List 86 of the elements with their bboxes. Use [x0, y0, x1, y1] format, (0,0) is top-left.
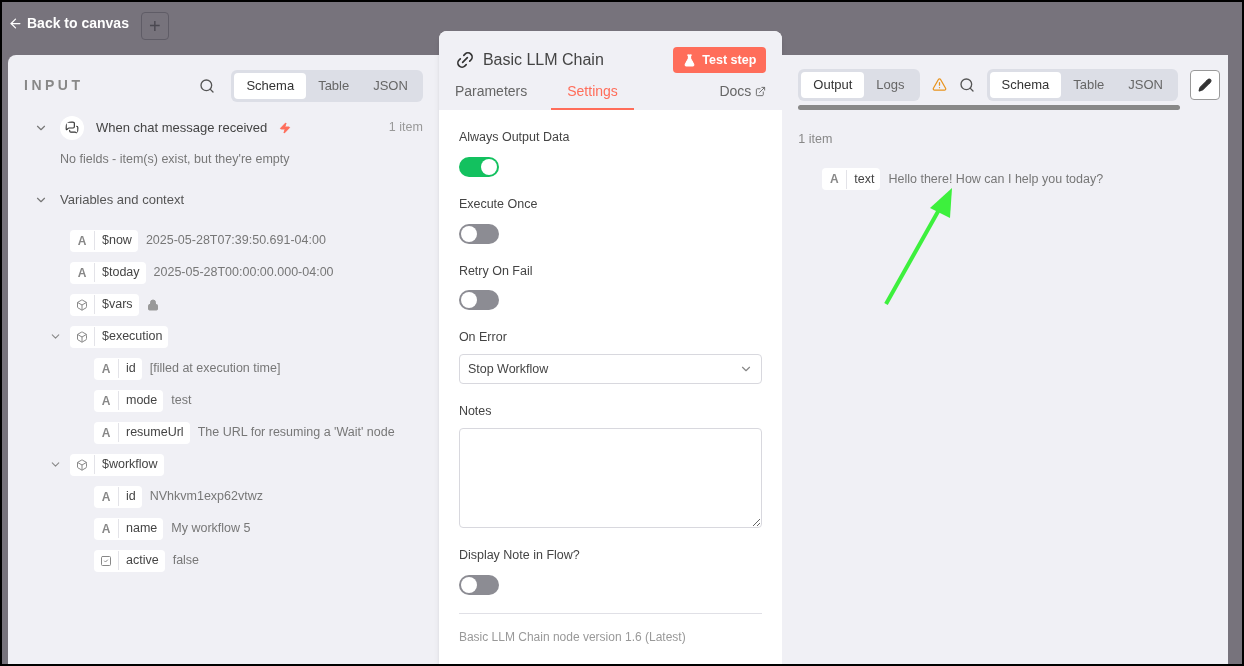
- field-pill[interactable]: $workflow: [70, 453, 164, 476]
- version-note: Basic LLM Chain node version 1.6 (Latest): [458, 629, 686, 644]
- item-count: 1 item: [798, 130, 834, 148]
- panel-tab[interactable]: Parameters: [454, 81, 544, 110]
- field-pill[interactable]: $execution: [70, 325, 169, 348]
- output-tab[interactable]: Logs: [864, 72, 917, 98]
- setting-label: Execute Once: [458, 195, 538, 213]
- field-pill[interactable]: A name: [94, 517, 164, 540]
- field-value: 2025-05-28T00:00:00.000-04:00: [153, 264, 334, 282]
- view-tab[interactable]: Schema: [989, 72, 1062, 98]
- output-tab[interactable]: Output: [801, 72, 865, 98]
- search-icon[interactable]: [199, 77, 216, 94]
- string-type-icon: A: [75, 231, 89, 250]
- edit-button[interactable]: [1190, 69, 1220, 100]
- string-type-icon: A: [99, 359, 113, 378]
- field-value: The URL for resuming a 'Wait' node: [197, 424, 395, 442]
- field-value: test: [171, 392, 192, 410]
- flask-icon: [683, 53, 697, 67]
- field-value: NVhkvm1exp62vtwz: [149, 488, 263, 506]
- field-name: $workflow: [94, 455, 164, 475]
- string-type-icon: A: [99, 423, 113, 442]
- panel-title: INPUT: [24, 76, 84, 96]
- string-type-icon: A: [827, 170, 842, 189]
- field-value: 2025-05-28T07:39:50.691-04:00: [145, 232, 326, 250]
- external-link-icon: [755, 86, 767, 97]
- toggle-switch[interactable]: [458, 290, 499, 311]
- toggle-switch[interactable]: [458, 574, 499, 595]
- toggle-switch[interactable]: [458, 223, 499, 244]
- field-pill[interactable]: A text: [822, 168, 881, 191]
- cube-icon: [76, 330, 88, 343]
- back-to-canvas-link[interactable]: Back to canvas: [8, 13, 129, 34]
- string-type-icon: A: [99, 519, 113, 538]
- field-pill[interactable]: A $now: [70, 229, 138, 252]
- section-title: Variables and context: [60, 191, 185, 210]
- field-pill[interactable]: A id: [94, 357, 142, 380]
- node-title: When chat message received: [96, 118, 268, 137]
- setting-label: Notes: [458, 403, 493, 420]
- warning-icon[interactable]: [931, 77, 947, 93]
- field-pill[interactable]: A $today: [70, 261, 146, 284]
- field-name: $vars: [94, 295, 139, 315]
- search-icon[interactable]: [958, 76, 975, 93]
- view-tab[interactable]: Table: [306, 73, 362, 99]
- cube-icon: [76, 298, 88, 311]
- field-name: text: [846, 169, 881, 189]
- select-field[interactable]: Stop Workflow: [458, 354, 763, 384]
- view-tab[interactable]: JSON: [361, 73, 420, 99]
- setting-label: Always Output Data: [458, 129, 570, 146]
- field-pill[interactable]: A mode: [94, 389, 164, 412]
- field-name: $today: [94, 263, 146, 283]
- view-tab[interactable]: Table: [1061, 72, 1117, 98]
- string-type-icon: A: [99, 391, 113, 410]
- docs-link[interactable]: Docs: [719, 81, 767, 110]
- view-tab[interactable]: Schema: [234, 73, 307, 99]
- item-count: 1 item: [388, 119, 423, 137]
- string-type-icon: A: [99, 487, 113, 506]
- field-value: Hello there! How can I help you today?: [888, 170, 1104, 188]
- field-name: $now: [94, 231, 138, 251]
- field-value: My workflow 5: [171, 520, 251, 538]
- field-name: id: [118, 359, 142, 379]
- field-name: name: [118, 519, 164, 539]
- field-pill[interactable]: active: [94, 549, 165, 572]
- string-type-icon: A: [75, 263, 89, 282]
- field-pill[interactable]: $vars: [70, 293, 139, 316]
- field-name: resumeUrl: [118, 423, 190, 443]
- setting-label: On Error: [458, 329, 508, 347]
- cube-icon: [76, 458, 88, 471]
- lightning-icon: [279, 121, 292, 134]
- field-name: active: [118, 551, 165, 571]
- field-name: $execution: [94, 327, 169, 347]
- chat-bubbles-icon: [60, 115, 84, 140]
- empty-note: No fields - item(s) exist, but they're empty: [59, 150, 291, 168]
- field-name: mode: [118, 391, 164, 411]
- field-value: [filled at execution time]: [149, 360, 281, 378]
- view-tab[interactable]: JSON: [1116, 72, 1175, 98]
- field-pill[interactable]: A resumeUrl: [94, 421, 190, 444]
- toggle-switch[interactable]: [458, 156, 499, 177]
- notes-field[interactable]: [458, 427, 763, 528]
- horizontal-scrollbar[interactable]: [798, 104, 1180, 110]
- field-name: id: [118, 487, 142, 507]
- field-pill[interactable]: A id: [94, 485, 142, 508]
- field-value: false: [172, 552, 200, 570]
- node-title: Basic LLM Chain: [482, 50, 604, 70]
- pencil-icon: [1198, 77, 1212, 92]
- checkbox-icon: [100, 554, 112, 567]
- setting-label: Retry On Fail: [458, 262, 533, 280]
- setting-label: Display Note in Flow?: [458, 546, 580, 564]
